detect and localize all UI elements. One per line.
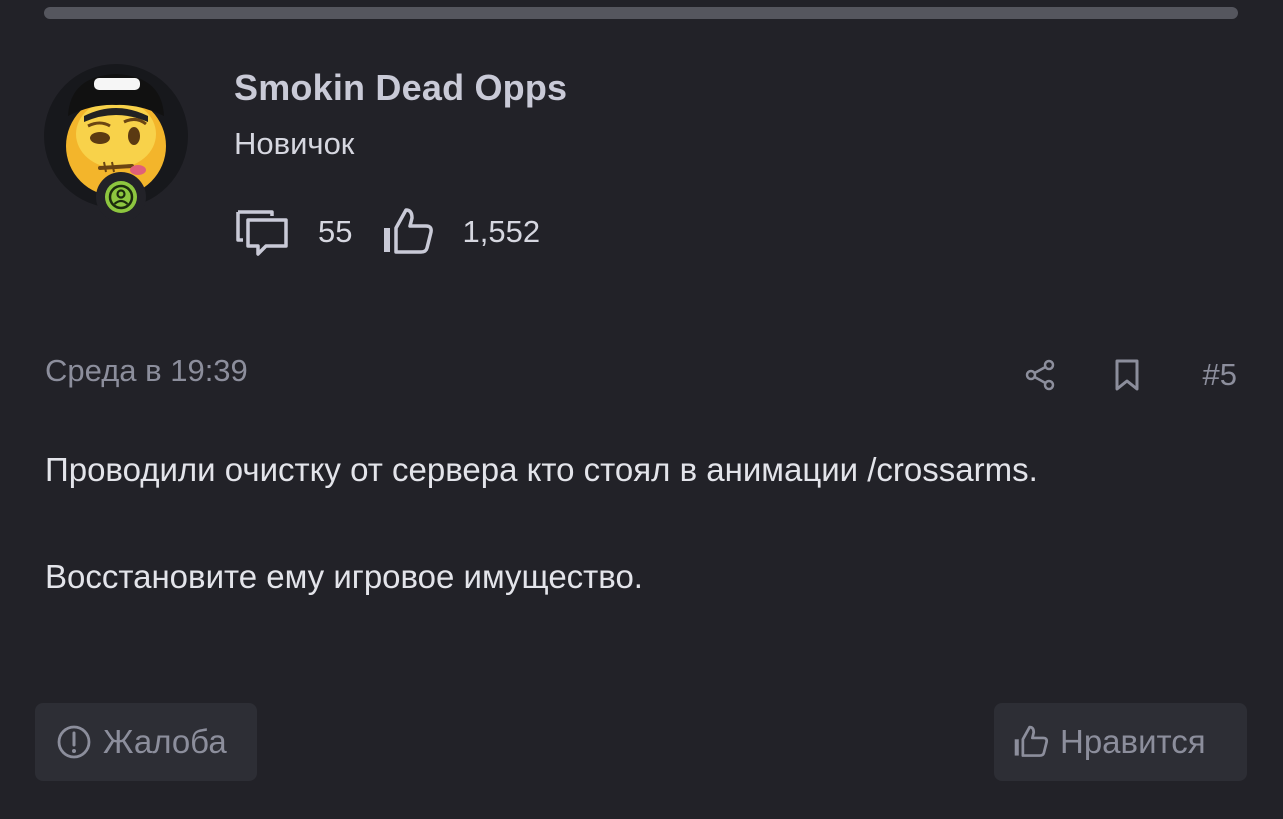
report-label: Жалоба	[103, 723, 227, 760]
post-paragraph: Проводили очистку от сервера кто стоял в…	[45, 451, 1038, 488]
username[interactable]: Smokin Dead Opps	[234, 67, 567, 109]
reaction-score: 1,552	[462, 214, 541, 249]
post-number[interactable]: #5	[1203, 357, 1237, 393]
message-count: 55	[318, 214, 353, 249]
share-icon[interactable]	[1021, 355, 1061, 395]
user-status-icon	[105, 181, 137, 213]
post-paragraph: Восстановите ему игровое имущество.	[45, 558, 643, 595]
like-label: Нравится	[1060, 723, 1206, 760]
post-date[interactable]: Среда в 19:39	[45, 353, 248, 389]
top-scrollbar[interactable]	[44, 7, 1238, 19]
report-button[interactable]: Жалоба	[35, 703, 257, 781]
post-body: Проводили очистку от сервера кто стоял в…	[45, 443, 1145, 603]
user-stats: 55 1,552	[234, 202, 540, 262]
user-status-badge	[96, 172, 146, 222]
thumbs-up-icon	[1012, 723, 1050, 761]
post-actions: #5	[1021, 350, 1237, 400]
messages-icon	[234, 204, 290, 260]
like-button[interactable]: Нравится	[994, 703, 1247, 781]
alert-circle-icon	[55, 723, 93, 761]
user-title: Новичок	[234, 126, 355, 161]
bookmark-icon[interactable]	[1107, 355, 1147, 395]
thumbs-up-icon	[380, 204, 436, 260]
